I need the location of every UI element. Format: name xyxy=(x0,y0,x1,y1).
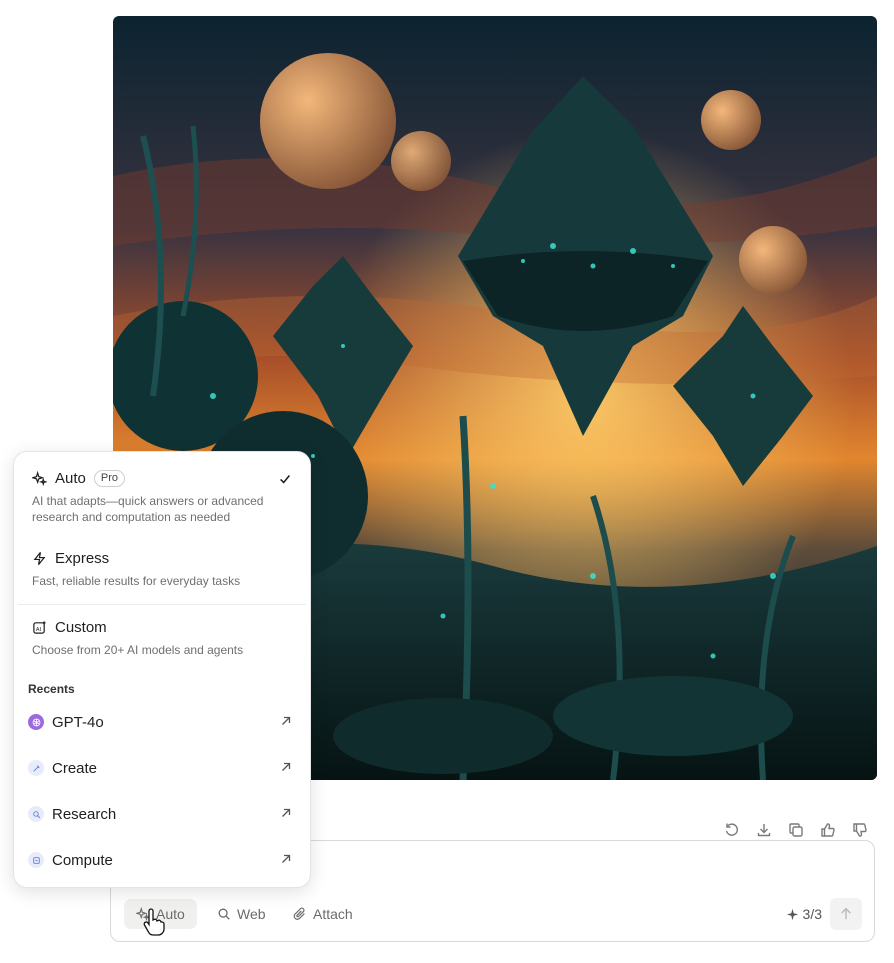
recent-item-label: Create xyxy=(52,759,98,777)
web-search-button[interactable]: Web xyxy=(205,899,278,929)
download-icon[interactable] xyxy=(752,818,776,842)
recents-heading: Recents xyxy=(28,682,75,696)
option-custom-label: Custom xyxy=(55,619,107,636)
recent-item-create[interactable]: Create xyxy=(28,757,292,779)
create-agent-icon xyxy=(28,760,44,776)
attach-button[interactable]: Attach xyxy=(281,899,365,929)
option-custom[interactable]: AI Custom Choose from 20+ AI models and … xyxy=(32,619,292,658)
hand-cursor-icon xyxy=(143,908,165,936)
response-actions xyxy=(720,818,872,842)
recent-item-compute[interactable]: Compute xyxy=(28,849,292,871)
recent-item-label: Research xyxy=(52,805,117,823)
attach-label: Attach xyxy=(313,906,353,922)
custom-ai-icon: AI xyxy=(33,621,46,634)
option-express-label: Express xyxy=(55,550,110,567)
option-auto[interactable]: Auto Pro AI that adapts—quick answers or… xyxy=(32,470,292,525)
arrow-up-right-icon xyxy=(282,808,291,817)
svg-text:AI: AI xyxy=(36,627,42,633)
thumbs-down-icon[interactable] xyxy=(848,818,872,842)
arrow-up-icon xyxy=(841,907,851,920)
arrow-up-right-icon xyxy=(282,854,291,863)
send-button[interactable] xyxy=(830,898,862,930)
check-icon xyxy=(280,475,290,484)
paperclip-icon xyxy=(293,907,305,920)
recent-item-label: Compute xyxy=(52,851,113,869)
openai-logo-icon xyxy=(28,714,44,730)
option-express-description: Fast, reliable results for everyday task… xyxy=(32,574,241,588)
arrow-up-right-icon xyxy=(282,762,291,771)
option-express[interactable]: Express Fast, reliable results for every… xyxy=(32,550,292,589)
option-custom-description: Choose from 20+ AI models and agents xyxy=(32,643,244,657)
thumbs-up-icon[interactable] xyxy=(816,818,840,842)
recent-item-label: GPT-4o xyxy=(52,713,104,731)
research-agent-icon xyxy=(28,806,44,822)
recent-item-research[interactable]: Research xyxy=(28,803,292,825)
usage-counter-value: 3/3 xyxy=(802,906,822,922)
search-icon xyxy=(218,908,230,920)
option-auto-label: Auto xyxy=(55,470,86,487)
regenerate-icon[interactable] xyxy=(720,818,744,842)
recent-item-gpt4o[interactable]: GPT-4o xyxy=(28,711,292,733)
compute-agent-icon xyxy=(28,852,44,868)
lightning-icon xyxy=(33,552,46,565)
usage-counter: 3/3 xyxy=(786,899,822,929)
web-search-label: Web xyxy=(237,906,266,922)
option-auto-description: AI that adapts—quick answers or advanced… xyxy=(32,494,264,524)
sparkle-icon xyxy=(786,908,798,920)
pro-badge: Pro xyxy=(93,470,125,487)
menu-divider xyxy=(18,604,306,605)
arrow-up-right-icon xyxy=(282,716,291,725)
copy-icon[interactable] xyxy=(784,818,808,842)
model-menu: Auto Pro AI that adapts—quick answers or… xyxy=(13,451,311,888)
sparkles-icon xyxy=(32,471,47,486)
